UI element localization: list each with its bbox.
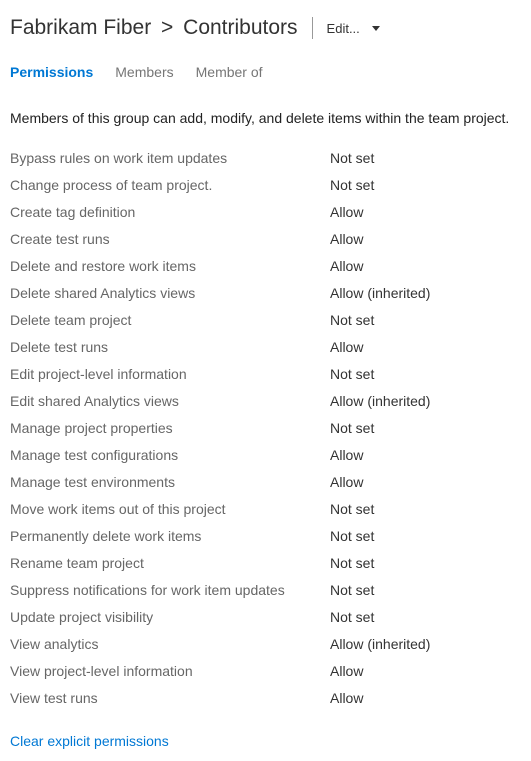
- permission-row: Update project visibilityNot set: [10, 603, 521, 630]
- permission-row: Create test runsAllow: [10, 225, 521, 252]
- permission-value[interactable]: Allow: [330, 204, 363, 220]
- permissions-table: Bypass rules on work item updatesNot set…: [10, 144, 521, 711]
- permission-name: Delete and restore work items: [10, 258, 330, 274]
- permission-value[interactable]: Allow: [330, 231, 363, 247]
- permission-row: Manage project propertiesNot set: [10, 414, 521, 441]
- group-description: Members of this group can add, modify, a…: [10, 110, 521, 126]
- chevron-down-icon: [372, 26, 380, 31]
- permission-value[interactable]: Allow (inherited): [330, 393, 430, 409]
- tab-member-of[interactable]: Member of: [196, 64, 263, 80]
- breadcrumb-project[interactable]: Fabrikam Fiber: [10, 16, 151, 39]
- permission-row: Delete test runsAllow: [10, 333, 521, 360]
- permission-name: Suppress notifications for work item upd…: [10, 582, 330, 598]
- permission-name: Permanently delete work items: [10, 528, 330, 544]
- permission-row: View analyticsAllow (inherited): [10, 630, 521, 657]
- permission-row: Rename team projectNot set: [10, 549, 521, 576]
- breadcrumb: Fabrikam Fiber > Contributors: [10, 16, 298, 40]
- permission-value[interactable]: Not set: [330, 177, 374, 193]
- permission-value[interactable]: Not set: [330, 609, 374, 625]
- permission-value[interactable]: Not set: [330, 150, 374, 166]
- tab-permissions[interactable]: Permissions: [10, 64, 93, 80]
- permission-row: View test runsAllow: [10, 684, 521, 711]
- permission-name: Change process of team project.: [10, 177, 330, 193]
- permission-value[interactable]: Allow: [330, 258, 363, 274]
- permission-row: Edit shared Analytics viewsAllow (inheri…: [10, 387, 521, 414]
- permission-row: Suppress notifications for work item upd…: [10, 576, 521, 603]
- permission-name: Bypass rules on work item updates: [10, 150, 330, 166]
- permission-row: Manage test configurationsAllow: [10, 441, 521, 468]
- permission-value[interactable]: Not set: [330, 582, 374, 598]
- header-divider: [312, 17, 313, 39]
- permission-name: Update project visibility: [10, 609, 330, 625]
- permission-value[interactable]: Allow: [330, 339, 363, 355]
- page-header: Fabrikam Fiber > Contributors Edit...: [10, 10, 521, 40]
- permission-name: Create test runs: [10, 231, 330, 247]
- permission-name: Delete shared Analytics views: [10, 285, 330, 301]
- permission-value[interactable]: Allow: [330, 474, 363, 490]
- permission-name: Delete team project: [10, 312, 330, 328]
- permission-value[interactable]: Not set: [330, 501, 374, 517]
- permission-name: Edit project-level information: [10, 366, 330, 382]
- permission-value[interactable]: Not set: [330, 420, 374, 436]
- permission-row: Create tag definitionAllow: [10, 198, 521, 225]
- permission-row: Move work items out of this projectNot s…: [10, 495, 521, 522]
- permission-name: View analytics: [10, 636, 330, 652]
- permission-row: Edit project-level informationNot set: [10, 360, 521, 387]
- permission-name: Delete test runs: [10, 339, 330, 355]
- actions-row: Clear explicit permissions: [10, 733, 521, 749]
- edit-label: Edit...: [327, 21, 360, 36]
- permission-row: Bypass rules on work item updatesNot set: [10, 144, 521, 171]
- permission-name: Edit shared Analytics views: [10, 393, 330, 409]
- permission-name: Manage test configurations: [10, 447, 330, 463]
- permission-name: Create tag definition: [10, 204, 330, 220]
- permission-value[interactable]: Allow (inherited): [330, 636, 430, 652]
- permission-row: View project-level informationAllow: [10, 657, 521, 684]
- permission-value[interactable]: Not set: [330, 528, 374, 544]
- permission-row: Change process of team project.Not set: [10, 171, 521, 198]
- permission-name: Manage project properties: [10, 420, 330, 436]
- permission-row: Delete and restore work itemsAllow: [10, 252, 521, 279]
- permission-value[interactable]: Allow: [330, 447, 363, 463]
- permission-value[interactable]: Allow (inherited): [330, 285, 430, 301]
- permission-name: Move work items out of this project: [10, 501, 330, 517]
- permission-row: Delete shared Analytics viewsAllow (inhe…: [10, 279, 521, 306]
- permission-value[interactable]: Allow: [330, 690, 363, 706]
- tabs: Permissions Members Member of: [10, 64, 521, 80]
- permission-name: View test runs: [10, 690, 330, 706]
- permission-value[interactable]: Not set: [330, 312, 374, 328]
- permission-row: Manage test environmentsAllow: [10, 468, 521, 495]
- permission-name: Manage test environments: [10, 474, 330, 490]
- edit-dropdown[interactable]: Edit...: [327, 21, 380, 36]
- permission-row: Permanently delete work itemsNot set: [10, 522, 521, 549]
- permission-value[interactable]: Not set: [330, 555, 374, 571]
- clear-explicit-permissions-link[interactable]: Clear explicit permissions: [10, 733, 169, 749]
- permission-name: View project-level information: [10, 663, 330, 679]
- permission-value[interactable]: Not set: [330, 366, 374, 382]
- permission-row: Delete team projectNot set: [10, 306, 521, 333]
- breadcrumb-group[interactable]: Contributors: [183, 16, 297, 39]
- permission-name: Rename team project: [10, 555, 330, 571]
- tab-members[interactable]: Members: [115, 64, 173, 80]
- permission-value[interactable]: Allow: [330, 663, 363, 679]
- breadcrumb-separator: >: [161, 16, 173, 39]
